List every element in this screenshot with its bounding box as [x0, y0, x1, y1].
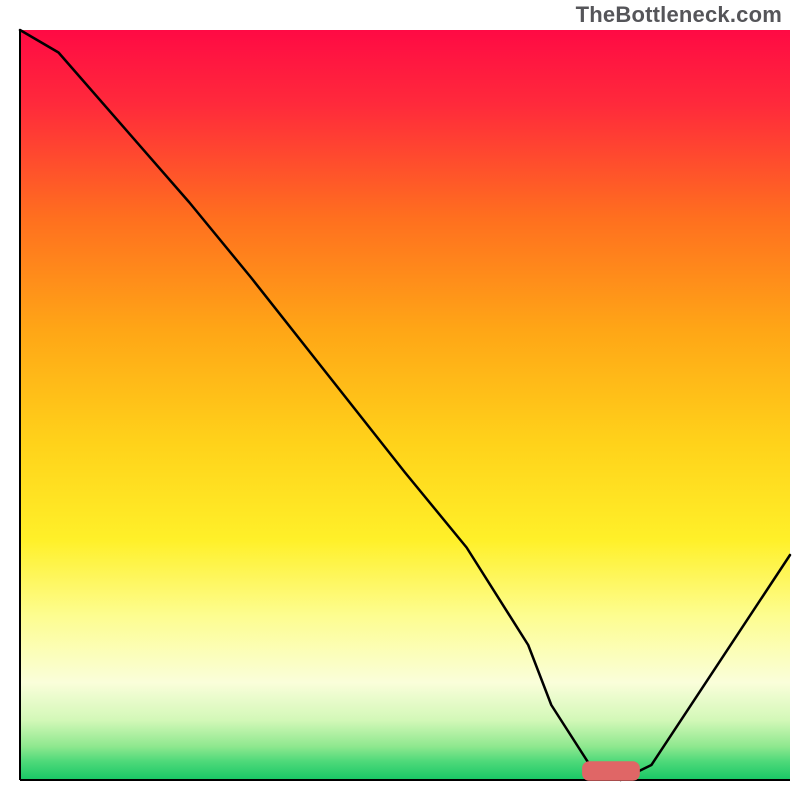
- chart-container: TheBottleneck.com: [0, 0, 800, 800]
- bottleneck-curve-chart: [0, 0, 800, 800]
- optimal-range-marker: [582, 761, 640, 781]
- watermark-text: TheBottleneck.com: [576, 2, 782, 28]
